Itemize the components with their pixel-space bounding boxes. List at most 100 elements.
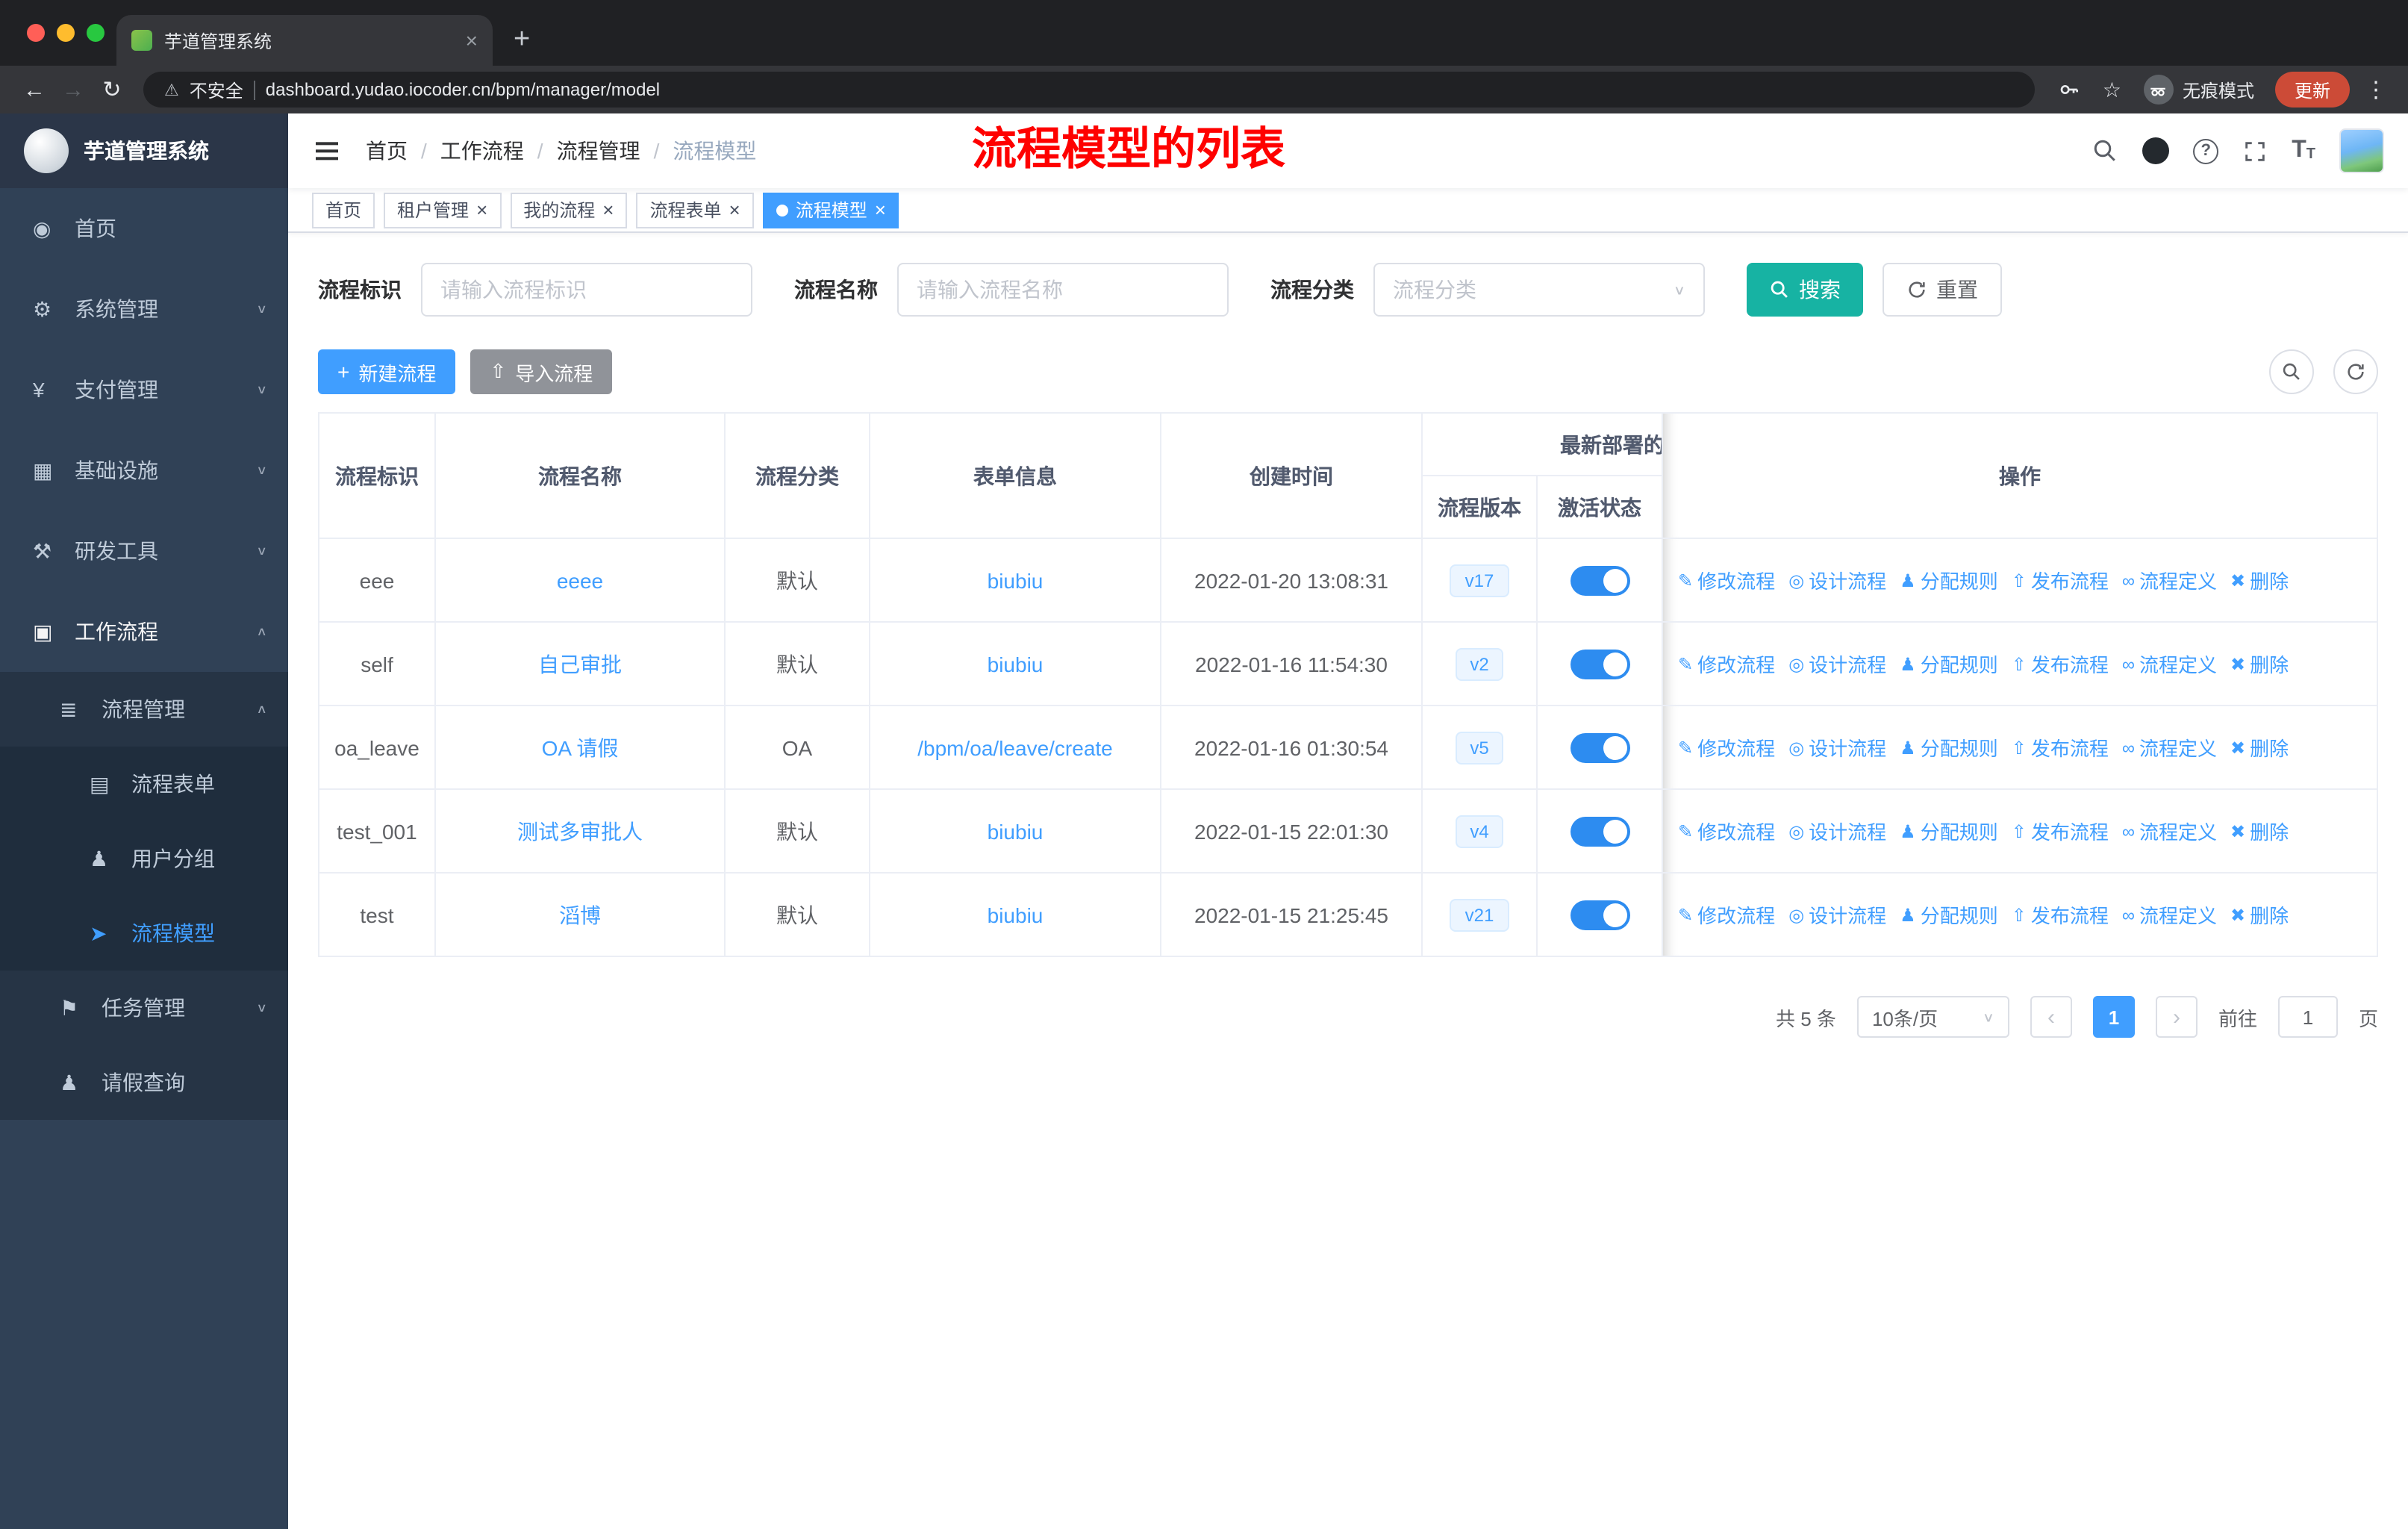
search-icon[interactable]	[2092, 137, 2118, 164]
action-assign-rule[interactable]: ♟ 分配规则	[1900, 650, 1998, 678]
sidebar-toggle-icon[interactable]	[312, 136, 342, 166]
sidebar-item-process-management[interactable]: ≣ 流程管理 ∧	[0, 672, 288, 747]
action-design-process[interactable]: ◎ 设计流程	[1788, 650, 1886, 678]
action-assign-rule[interactable]: ♟ 分配规则	[1900, 566, 1998, 594]
sidebar-item-infrastructure[interactable]: ▦ 基础设施 ∨	[0, 430, 288, 511]
action-edit-process[interactable]: ✎ 修改流程	[1678, 566, 1775, 594]
process-name-link[interactable]: 测试多审批人	[517, 819, 643, 843]
form-link[interactable]: biubiu	[988, 903, 1044, 927]
sidebar-item-process-form[interactable]: ▤ 流程表单	[0, 747, 288, 821]
action-process-definition[interactable]: ∞ 流程定义	[2122, 900, 2217, 929]
view-tag[interactable]: 流程表单 ×	[636, 192, 754, 228]
goto-page-input[interactable]	[2277, 996, 2338, 1038]
browser-menu-icon[interactable]: ⋮	[2365, 76, 2387, 103]
action-delete-process[interactable]: ✖ 删除	[2230, 817, 2289, 845]
action-edit-process[interactable]: ✎ 修改流程	[1678, 817, 1775, 845]
action-publish-process[interactable]: ⇧ 发布流程	[2012, 817, 2109, 845]
sidebar-item-system-management[interactable]: ⚙ 系统管理 ∨	[0, 269, 288, 349]
show-search-button[interactable]	[2269, 349, 2314, 394]
reload-icon[interactable]: ↻	[93, 76, 131, 103]
browser-tab[interactable]: 芋道管理系统 ×	[116, 15, 493, 66]
minimize-window-button[interactable]	[57, 24, 75, 42]
tab-close-icon[interactable]: ×	[466, 28, 478, 52]
sidebar-item-process-model[interactable]: ➤ 流程模型	[0, 896, 288, 971]
reset-button[interactable]: 重置	[1883, 263, 2002, 317]
form-link[interactable]: biubiu	[988, 568, 1044, 592]
process-name-input[interactable]	[897, 263, 1229, 317]
sidebar-item-dev-tools[interactable]: ⚒ 研发工具 ∨	[0, 511, 288, 591]
view-tag[interactable]: 租户管理 ×	[384, 192, 502, 228]
process-name-link[interactable]: eeee	[557, 568, 603, 592]
import-process-button[interactable]: ⇧ 导入流程	[470, 349, 613, 394]
font-size-icon[interactable]: TT	[2292, 138, 2315, 163]
refresh-button[interactable]	[2333, 349, 2378, 394]
action-assign-rule[interactable]: ♟ 分配规则	[1900, 900, 1998, 929]
key-icon[interactable]	[2058, 78, 2082, 102]
bookmark-star-icon[interactable]: ☆	[2103, 77, 2121, 102]
form-link[interactable]: biubiu	[988, 819, 1044, 843]
forward-icon[interactable]: →	[54, 77, 93, 102]
update-button[interactable]: 更新	[2274, 72, 2350, 108]
active-toggle[interactable]	[1570, 816, 1629, 846]
tag-close-icon[interactable]: ×	[875, 200, 886, 219]
create-process-button[interactable]: + 新建流程	[318, 349, 456, 394]
action-delete-process[interactable]: ✖ 删除	[2230, 566, 2289, 594]
breadcrumb-item[interactable]: 工作流程	[440, 136, 524, 166]
action-process-definition[interactable]: ∞ 流程定义	[2122, 817, 2217, 845]
search-button[interactable]: 搜索	[1747, 263, 1863, 317]
action-process-definition[interactable]: ∞ 流程定义	[2122, 733, 2217, 762]
tag-close-icon[interactable]: ×	[602, 200, 614, 219]
action-design-process[interactable]: ◎ 设计流程	[1788, 733, 1886, 762]
breadcrumb-item[interactable]: 首页	[366, 136, 408, 166]
process-name-link[interactable]: 自己审批	[538, 652, 622, 676]
action-design-process[interactable]: ◎ 设计流程	[1788, 566, 1886, 594]
fullscreen-icon[interactable]	[2242, 138, 2268, 164]
tag-close-icon[interactable]: ×	[476, 200, 487, 219]
active-toggle[interactable]	[1570, 565, 1629, 595]
back-icon[interactable]: ←	[15, 77, 54, 102]
action-delete-process[interactable]: ✖ 删除	[2230, 900, 2289, 929]
zoom-window-button[interactable]	[87, 24, 105, 42]
process-name-link[interactable]: OA 请假	[542, 735, 619, 759]
form-link[interactable]: /bpm/oa/leave/create	[917, 735, 1113, 759]
address-bar[interactable]: ⚠ 不安全 dashboard.yudao.iocoder.cn/bpm/man…	[143, 72, 2036, 108]
sidebar-item-user-group[interactable]: ♟ 用户分组	[0, 821, 288, 896]
category-select[interactable]: 流程分类 ∨	[1373, 263, 1705, 317]
action-publish-process[interactable]: ⇧ 发布流程	[2012, 650, 2109, 678]
sidebar-item-home[interactable]: ◉ 首页	[0, 188, 288, 269]
action-publish-process[interactable]: ⇧ 发布流程	[2012, 900, 2109, 929]
view-tag[interactable]: 首页	[312, 192, 375, 228]
sidebar-item-leave-query[interactable]: ♟ 请假查询	[0, 1045, 288, 1120]
next-page-button[interactable]: ›	[2155, 996, 2198, 1038]
user-avatar[interactable]	[2339, 128, 2384, 173]
sidebar-item-workflow[interactable]: ▣ 工作流程 ∧	[0, 591, 288, 672]
breadcrumb-item[interactable]: 流程管理	[557, 136, 640, 166]
action-process-definition[interactable]: ∞ 流程定义	[2122, 650, 2217, 678]
process-name-link[interactable]: 滔博	[559, 903, 601, 927]
view-tag[interactable]: 我的流程 ×	[510, 192, 628, 228]
action-publish-process[interactable]: ⇧ 发布流程	[2012, 733, 2109, 762]
active-toggle[interactable]	[1570, 649, 1629, 679]
action-process-definition[interactable]: ∞ 流程定义	[2122, 566, 2217, 594]
new-tab-button[interactable]: +	[514, 25, 530, 54]
current-page[interactable]: 1	[2092, 996, 2135, 1038]
active-toggle[interactable]	[1570, 900, 1629, 929]
action-assign-rule[interactable]: ♟ 分配规则	[1900, 733, 1998, 762]
sidebar-item-payment-management[interactable]: ¥ 支付管理 ∨	[0, 349, 288, 430]
prev-page-button[interactable]: ‹	[2030, 996, 2072, 1038]
page-size-select[interactable]: 10条/页 ∨	[1856, 996, 2009, 1038]
action-publish-process[interactable]: ⇧ 发布流程	[2012, 566, 2109, 594]
action-edit-process[interactable]: ✎ 修改流程	[1678, 900, 1775, 929]
action-edit-process[interactable]: ✎ 修改流程	[1678, 650, 1775, 678]
sidebar-logo[interactable]: 芋道管理系统	[0, 113, 288, 188]
github-icon[interactable]	[2142, 137, 2170, 164]
process-key-input[interactable]	[421, 263, 752, 317]
action-delete-process[interactable]: ✖ 删除	[2230, 650, 2289, 678]
action-design-process[interactable]: ◎ 设计流程	[1788, 900, 1886, 929]
view-tag[interactable]: 流程模型 ×	[762, 192, 899, 228]
sidebar-item-task-management[interactable]: ⚑ 任务管理 ∨	[0, 971, 288, 1045]
action-edit-process[interactable]: ✎ 修改流程	[1678, 733, 1775, 762]
close-window-button[interactable]	[27, 24, 45, 42]
action-delete-process[interactable]: ✖ 删除	[2230, 733, 2289, 762]
help-icon[interactable]: ?	[2193, 138, 2219, 164]
